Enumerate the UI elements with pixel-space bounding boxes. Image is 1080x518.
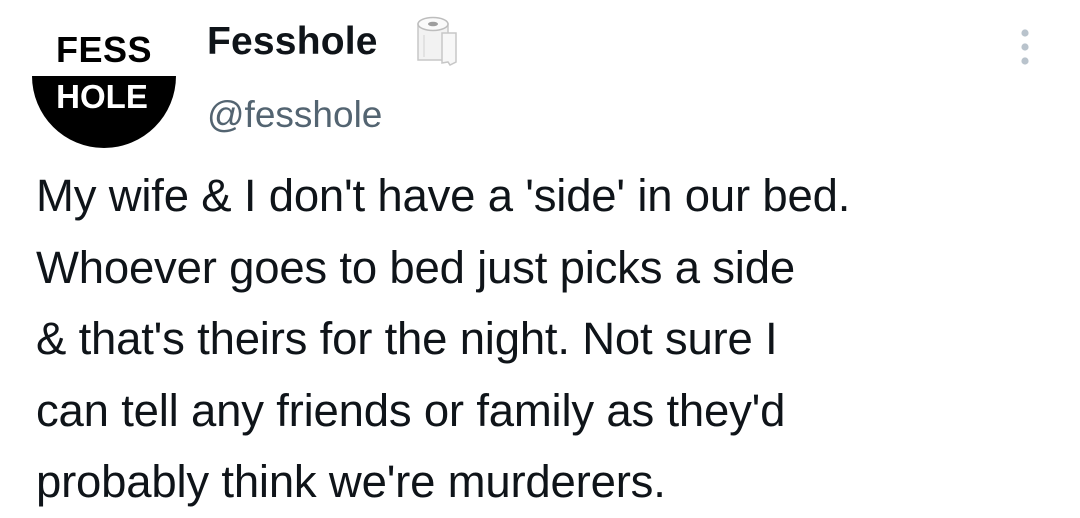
display-name[interactable]: Fesshole [207,20,378,64]
avatar-text-top: FESS [56,29,152,70]
more-vertical-icon [1021,29,1029,65]
toilet-paper-icon [412,15,462,67]
avatar[interactable]: FESS HOLE [30,22,178,148]
tweet: FESS HOLE Fesshole @fesshole My wife & I… [0,0,1080,512]
tweet-text: My wife & I don't have a 'side' in our b… [36,170,851,507]
user-handle[interactable]: @fesshole [207,94,382,136]
more-options-button[interactable] [1010,24,1040,70]
avatar-text-bottom: HOLE [56,78,148,115]
fesshole-logo: FESS HOLE [32,29,176,148]
